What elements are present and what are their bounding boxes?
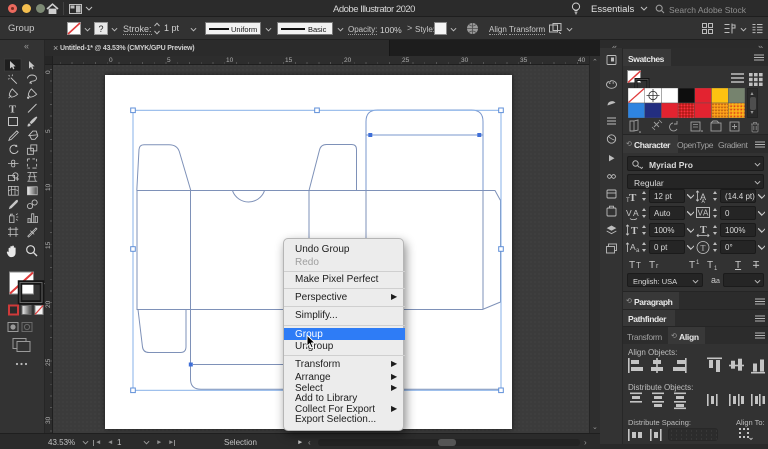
svg-text:V: V <box>626 208 632 218</box>
svg-text:T: T <box>753 260 759 271</box>
svg-text:T: T <box>689 260 695 271</box>
svg-text:A: A <box>703 209 709 218</box>
svg-text:r: r <box>656 263 659 270</box>
svg-text:a: a <box>636 248 640 254</box>
svg-text:1: 1 <box>696 260 700 266</box>
svg-text:T: T <box>707 260 713 271</box>
svg-text:T: T <box>626 198 630 203</box>
svg-text:T: T <box>649 260 655 271</box>
svg-text:A: A <box>633 208 639 218</box>
svg-text:T: T <box>700 225 707 236</box>
svg-text:T: T <box>735 260 741 271</box>
svg-text:T: T <box>631 226 638 237</box>
svg-text:T: T <box>629 260 635 271</box>
svg-text:T: T <box>636 261 641 270</box>
svg-text:T: T <box>629 192 637 203</box>
svg-text:T: T <box>9 105 16 116</box>
svg-text:T: T <box>701 244 706 253</box>
svg-text:1: 1 <box>714 266 718 271</box>
